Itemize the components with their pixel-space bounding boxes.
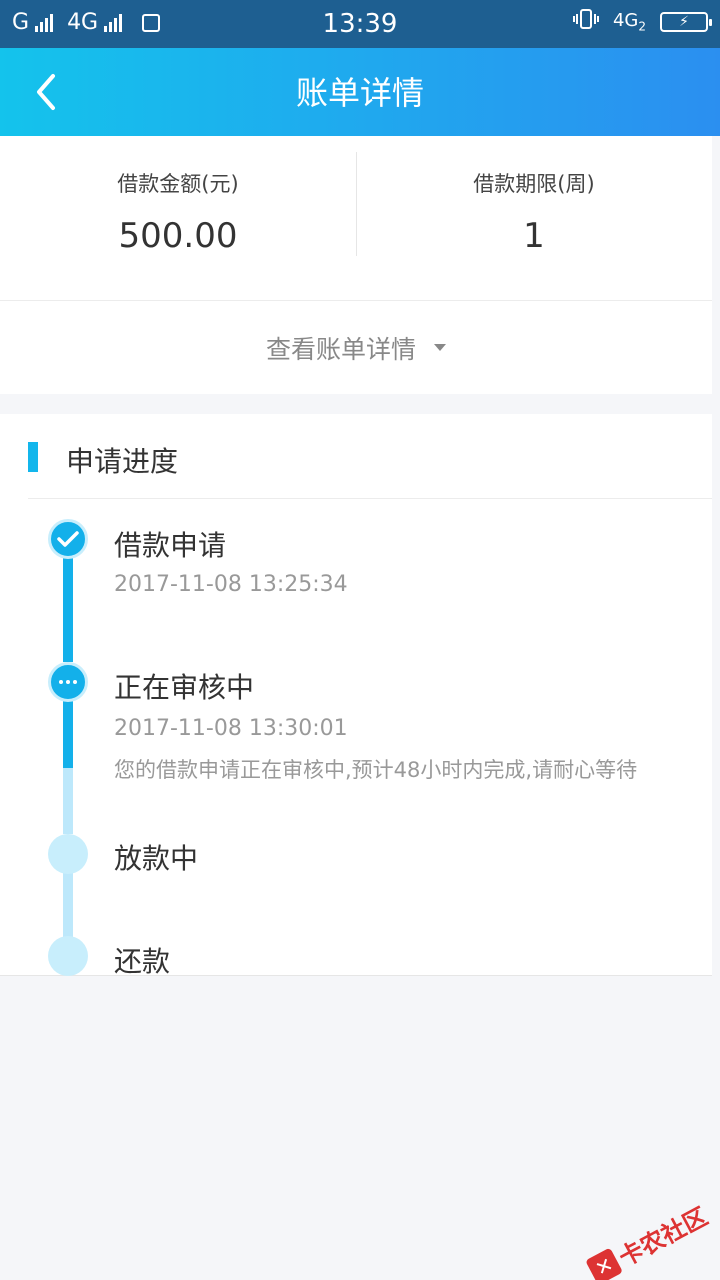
step-title: 还款 — [114, 945, 171, 978]
loan-term-value: 1 — [523, 216, 545, 256]
page-title: 账单详情 — [295, 74, 424, 112]
back-button[interactable] — [18, 64, 74, 120]
network-label: 4G — [612, 9, 639, 31]
section-accent-bar — [28, 442, 38, 472]
status-bar: G 4G 13:39 4G2 ⚡ — [0, 0, 720, 48]
check-icon — [57, 531, 79, 547]
progress-title: 申请进度 — [66, 445, 179, 478]
step-title: 借款申请 — [114, 529, 227, 562]
caret-down-icon — [434, 344, 446, 351]
loan-term-block: 借款期限(周) 1 — [356, 136, 712, 300]
header-bar: 账单详情 — [0, 48, 720, 136]
step-pending-node — [48, 834, 88, 874]
step-title: 放款中 — [114, 842, 199, 875]
timeline-line-pending — [63, 768, 73, 834]
step-done-node — [48, 519, 88, 559]
timeline-line-pending — [63, 872, 73, 938]
step-time: 2017-11-08 13:25:34 — [114, 572, 348, 597]
loan-amount-value: 500.00 — [118, 216, 238, 256]
view-bill-details-label: 查看账单详情 — [265, 334, 416, 364]
timeline-line-done — [63, 554, 73, 662]
loan-summary: 借款金额(元) 500.00 借款期限(周) 1 — [0, 136, 712, 300]
watermark-text: 卡农社区 — [614, 1202, 713, 1273]
step-in-progress-node — [48, 662, 88, 702]
loan-amount-block: 借款金额(元) 500.00 — [0, 136, 356, 300]
more-dots-icon — [59, 680, 77, 684]
status-bar-right: 4G2 ⚡ — [572, 8, 712, 35]
step-note: 您的借款申请正在审核中,预计48小时内完成,请耐心等待 — [114, 758, 638, 782]
step-pending-node — [48, 936, 88, 976]
view-bill-details-button[interactable]: 查看账单详情 — [0, 300, 712, 394]
battery-icon: ⚡ — [660, 11, 712, 32]
timeline-line-active — [63, 696, 73, 768]
vibrate-icon — [572, 8, 599, 35]
network-sub-label: 2 — [638, 19, 646, 34]
progress-header: 申请进度 — [28, 414, 712, 499]
watermark-logo: ✕ 卡农社区 — [583, 1197, 712, 1280]
network-type: 4G2 — [613, 10, 646, 34]
loan-amount-label: 借款金额(元) — [117, 172, 239, 196]
loan-term-label: 借款期限(周) — [473, 172, 595, 196]
step-title: 正在审核中 — [114, 671, 255, 704]
chevron-left-icon — [37, 74, 55, 110]
step-time: 2017-11-08 13:30:01 — [114, 716, 348, 741]
battery-charging-label: ⚡ — [679, 13, 689, 30]
application-progress: 申请进度 借款申请 2017-11-08 13:25:34 正在审核中 2017… — [0, 414, 712, 978]
